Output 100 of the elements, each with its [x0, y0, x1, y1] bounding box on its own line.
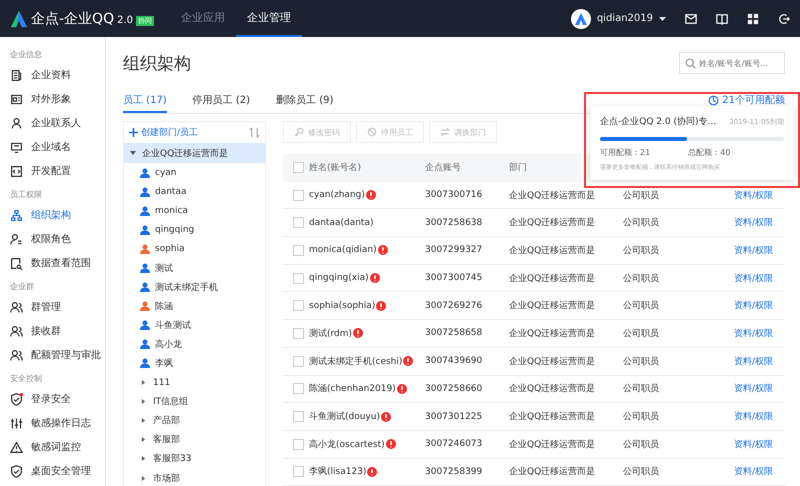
tree-node[interactable]: 市场部: [124, 468, 265, 486]
tree-person[interactable]: cyan: [124, 163, 265, 182]
tree-node[interactable]: 客服部33: [124, 449, 265, 468]
tree-person[interactable]: sophia: [124, 239, 265, 258]
sidebar-item[interactable]: 组织架构: [10, 203, 105, 227]
tab[interactable]: 删除员工 (9): [276, 93, 334, 113]
create-department-link[interactable]: 创建部门/员工: [129, 126, 198, 139]
caret-icon: [141, 476, 146, 481]
table-cell-text: 3007246073: [425, 439, 484, 450]
tree-person[interactable]: 斗鱼测试: [124, 316, 265, 335]
logo-text: 企点-企业QQ: [31, 10, 114, 28]
sidebar-item[interactable]: 企业域名: [10, 135, 105, 159]
book-icon[interactable]: [716, 12, 728, 24]
checkbox[interactable]: [293, 190, 304, 201]
sidebar-item[interactable]: 配额管理与审批: [10, 343, 105, 367]
role-icon: [10, 232, 23, 246]
profile-permissions-link[interactable]: 资料/权限: [734, 438, 774, 451]
table-cell-text: 企业QQ迁移运营而是: [509, 466, 596, 478]
table-cell-text: 测试未绑定手机(ceshi): [309, 356, 402, 368]
table-cell: monica(qidian): [309, 245, 377, 256]
profile-permissions-link[interactable]: 资料/权限: [734, 354, 774, 368]
tree-person[interactable]: 李飒: [124, 354, 265, 374]
table-cell-text: 企业QQ迁移运营而是: [509, 244, 596, 257]
table-cell-text: 企业QQ迁移运营而是: [509, 328, 596, 340]
table-cell-text: 3007439690: [425, 356, 484, 366]
tree-node[interactable]: 111: [124, 373, 265, 392]
profile-permissions-link[interactable]: 资料/权限: [734, 216, 774, 230]
sidebar-item[interactable]: 企业资料: [10, 63, 105, 87]
tree-person[interactable]: 高小龙: [124, 334, 265, 354]
sidebar-item[interactable]: 敏感操作日志: [10, 411, 105, 435]
code-icon: [10, 164, 23, 178]
table-cell-text: 3007300716: [425, 190, 484, 200]
user-menu[interactable]: qidian2019: [596, 13, 653, 24]
org-icon: [10, 208, 23, 222]
sidebar-item[interactable]: 企业联系人: [10, 111, 105, 135]
table-cell: cyan(zhang): [309, 190, 365, 200]
tree-node[interactable]: IT信息组: [124, 392, 265, 412]
tab[interactable]: 停用员工 (2): [192, 93, 250, 113]
quota-link[interactable]: 21个可用配额: [708, 93, 785, 113]
profile-permissions-link[interactable]: 资料/权限: [734, 244, 774, 257]
search-field[interactable]: 姓名/账号名/账号...: [679, 52, 785, 74]
checkbox[interactable]: [293, 466, 304, 478]
checkbox[interactable]: [293, 162, 304, 174]
tree-person[interactable]: monica: [124, 201, 265, 220]
checkbox[interactable]: [293, 272, 304, 284]
sort-icon[interactable]: [249, 127, 260, 138]
tab[interactable]: 员工 (17): [123, 93, 167, 113]
sidebar-item[interactable]: 群管理: [10, 295, 105, 319]
tree-person[interactable]: 测试: [124, 258, 265, 278]
tree-person[interactable]: 测试未绑定手机: [124, 278, 265, 297]
nav-tab[interactable]: 企业管理: [236, 0, 302, 37]
sidebar-heading: 企业群: [10, 281, 35, 293]
profile-permissions-link[interactable]: 资料/权限: [734, 410, 774, 424]
ban-icon: [367, 127, 377, 137]
table-cell: dantaa(danta): [309, 218, 374, 228]
profile-permissions-link[interactable]: 资料/权限: [734, 465, 774, 478]
sidebar-item[interactable]: 权限角色: [10, 227, 105, 251]
checkbox[interactable]: [293, 244, 304, 256]
sidebar-item[interactable]: 对外形象: [10, 87, 105, 111]
plus-icon: [129, 128, 138, 137]
nav-tab[interactable]: 企业应用: [170, 0, 236, 37]
page-title: 组织架构: [123, 52, 191, 74]
profile-permissions-link[interactable]: 资料/权限: [734, 326, 774, 340]
checkbox[interactable]: [293, 438, 304, 450]
sidebar-item[interactable]: 登录安全: [10, 387, 105, 411]
checkbox[interactable]: [293, 328, 304, 339]
checkbox[interactable]: [293, 383, 304, 394]
table-cell-text: 企业QQ迁移运营而是: [509, 382, 596, 396]
tree-person[interactable]: qingqing: [124, 220, 265, 240]
avatar-icon[interactable]: [570, 8, 591, 28]
profile-permissions-link[interactable]: 资料/权限: [734, 299, 774, 312]
logout-icon[interactable]: [778, 12, 790, 24]
sidebar-item[interactable]: 开发配置: [10, 159, 105, 183]
sidebar-item[interactable]: 敏感词监控: [10, 435, 105, 459]
sidebar-item[interactable]: 数据查看范围: [10, 251, 105, 275]
caret-icon[interactable]: [659, 16, 666, 20]
key-icon: [294, 127, 304, 137]
profile-permissions-link[interactable]: 资料/权限: [734, 188, 774, 202]
tree-person[interactable]: 陈涵: [124, 296, 265, 316]
group-icon: [10, 348, 23, 362]
checkbox[interactable]: [293, 217, 304, 228]
tree-node[interactable]: 企业QQ迁移运营而是: [124, 143, 265, 163]
caret-icon: [141, 399, 146, 404]
checkbox[interactable]: [293, 300, 304, 312]
grid-icon[interactable]: [747, 12, 759, 24]
checkbox[interactable]: [293, 411, 304, 422]
tree-node[interactable]: 客服部: [124, 430, 265, 450]
sidebar-heading: 员工权限: [10, 189, 43, 201]
sidebar-item[interactable]: 桌面安全管理: [10, 459, 105, 483]
profile-permissions-link[interactable]: 资料/权限: [734, 382, 774, 396]
mail-icon[interactable]: [685, 12, 697, 24]
profile-permissions-link[interactable]: 资料/权限: [734, 272, 774, 285]
checkbox[interactable]: [293, 356, 304, 367]
tree-person[interactable]: dantaa: [124, 182, 265, 202]
tree-node[interactable]: 产品部: [124, 411, 265, 430]
table-cell-text: 公司职员: [623, 438, 660, 451]
table-cell-text: 企业QQ迁移运营而是: [509, 410, 596, 424]
monitor-icon: [10, 140, 23, 154]
sidebar-item[interactable]: 接收群: [10, 319, 105, 343]
table-cell-text: 公司职员: [623, 382, 660, 396]
